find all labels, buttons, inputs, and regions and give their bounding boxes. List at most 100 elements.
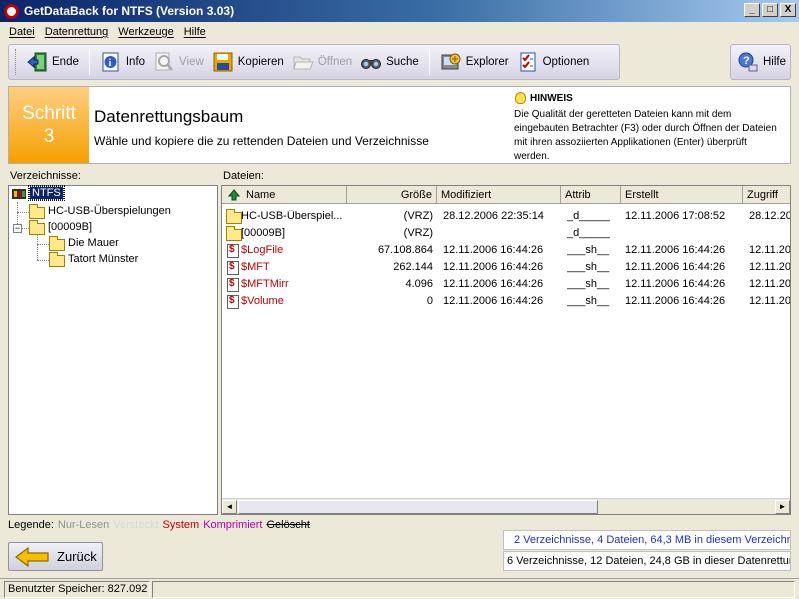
minimize-button[interactable]: _ — [744, 3, 760, 17]
tree-item-tatort-muenster[interactable]: Tatort Münster — [68, 253, 138, 265]
hilfe-label: Hilfe — [763, 56, 787, 68]
file-cell-modified: 12.11.2006 16:44:26 — [443, 278, 544, 290]
tree-panel-label: Verzeichnisse: — [10, 170, 81, 182]
folder-icon — [226, 209, 242, 224]
file-cell-accessed: 12.11.20 — [749, 295, 791, 307]
directory-tree[interactable]: NTFS HC-USB-Überspielungen − [00009B] Di… — [8, 185, 218, 515]
folder-icon — [49, 252, 65, 267]
toolbar: Ende i Info View Kopieren Öffnen Suche E… — [8, 44, 620, 80]
scroll-left-arrow-icon[interactable]: ◄ — [222, 500, 237, 514]
kopieren-button[interactable]: Kopieren — [208, 47, 288, 77]
file-cell-attrib: _d_____ — [567, 227, 610, 239]
file-cell-name: $Volume — [241, 295, 284, 307]
menu-werkzeuge[interactable]: Werkzeuge — [113, 26, 178, 38]
column-header-attrib[interactable]: Attrib — [561, 186, 621, 204]
file-row[interactable]: [00009B] (VRZ) _d_____ — [222, 226, 790, 242]
tree-root-ntfs[interactable]: NTFS — [28, 185, 65, 201]
file-cell-created: 12.11.2006 16:44:26 — [625, 278, 726, 290]
scroll-right-arrow-icon[interactable]: ► — [775, 500, 790, 514]
tree-root-label: NTFS — [28, 185, 65, 201]
open-folder-icon — [293, 56, 314, 70]
svg-text:i: i — [108, 58, 111, 69]
system-file-icon — [227, 261, 239, 275]
file-list[interactable]: Name Größe Modifiziert Attrib Erstellt Z… — [221, 185, 791, 515]
explorer-button[interactable]: Explorer — [436, 47, 513, 77]
tree-collapse-toggle[interactable]: − — [13, 224, 22, 233]
horizontal-scrollbar[interactable]: ◄ ► — [222, 498, 790, 514]
system-file-icon — [227, 244, 239, 258]
scrollbar-thumb[interactable] — [238, 500, 598, 514]
file-cell-attrib: _d_____ — [567, 210, 610, 222]
step-label: Schritt — [22, 103, 76, 124]
folder-icon — [29, 220, 45, 235]
step-title: Datenrettungsbaum — [94, 107, 244, 126]
column-header-accessed[interactable]: Zugriff — [743, 186, 790, 204]
hint-text: Die Qualität der geretteten Dateien kann… — [514, 109, 777, 162]
status-bar: Benutzter Speicher: 827.092 — [0, 578, 799, 599]
column-header-size[interactable]: Größe — [347, 186, 437, 204]
magnifier-icon — [155, 52, 174, 71]
tree-connector — [37, 260, 49, 261]
file-cell-size: 4.096 — [405, 278, 433, 290]
file-cell-accessed: 12.11.20 — [749, 278, 791, 290]
view-label: View — [179, 56, 204, 68]
optionen-button[interactable]: Optionen — [513, 47, 594, 77]
file-cell-created: 12.11.2006 16:44:26 — [625, 295, 726, 307]
maximize-button[interactable]: □ — [762, 3, 778, 17]
info-icon: i — [102, 52, 119, 72]
help-toolbar: ? Hilfe — [730, 44, 791, 80]
legend-label: Legende: — [8, 519, 54, 531]
file-cell-attrib: ___sh__ — [567, 261, 610, 273]
tree-connector — [21, 228, 29, 229]
menu-datei[interactable]: Datei — [4, 26, 40, 38]
column-header-created[interactable]: Erstellt — [621, 186, 743, 204]
optionen-label: Optionen — [542, 56, 590, 68]
file-cell-modified: 12.11.2006 16:44:26 — [443, 295, 544, 307]
legend: Legende: Nur-Lesen Versteckt System Komp… — [8, 519, 310, 531]
file-row[interactable]: HC-USB-Überspiel... (VRZ) 28.12.2006 22:35… — [222, 209, 790, 225]
file-row[interactable]: $LogFile 67.108.864 12.11.2006 16:44:26 ___… — [222, 243, 790, 259]
oeffnen-button[interactable]: Öffnen — [288, 47, 356, 77]
menu-hilfe[interactable]: Hilfe — [179, 26, 211, 38]
file-cell-name: $MFTMirr — [241, 278, 289, 290]
back-button[interactable]: Zurück — [8, 542, 103, 571]
app-icon — [4, 3, 19, 19]
menu-datenrettung[interactable]: Datenrettung — [40, 26, 114, 38]
tree-connector — [17, 212, 29, 213]
back-button-label: Zurück — [57, 549, 97, 564]
file-cell-attrib: ___sh__ — [567, 278, 610, 290]
suche-label: Suche — [386, 56, 419, 68]
help-icon: ? — [738, 52, 758, 72]
file-row[interactable]: $MFTMirr 4.096 12.11.2006 16:44:26 ___sh__ 1… — [222, 277, 790, 293]
system-file-icon — [227, 278, 239, 292]
hilfe-button[interactable]: ? Hilfe — [737, 47, 786, 77]
window-title: GetDataBack for NTFS (Version 3.03) — [24, 4, 235, 18]
file-row[interactable]: $MFT 262.144 12.11.2006 16:44:26 ___sh__ 12.… — [222, 260, 790, 276]
tree-item-die-mauer[interactable]: Die Mauer — [68, 237, 119, 249]
suche-button[interactable]: Suche — [356, 47, 423, 77]
view-button[interactable]: View — [149, 47, 208, 77]
file-row[interactable]: $Volume 0 12.11.2006 16:44:26 ___sh__ 12.11.… — [222, 294, 790, 310]
ende-button[interactable]: Ende — [22, 47, 83, 77]
recovery-summary: 6 Verzeichnisse, 12 Dateien, 24,8 GB in … — [503, 551, 791, 571]
tree-item-hc-usb[interactable]: HC-USB-Überspielungen — [48, 205, 171, 217]
column-header-name[interactable]: Name — [222, 186, 347, 204]
tree-connector — [37, 244, 49, 245]
floppy-disk-icon — [213, 52, 233, 72]
legend-system: System — [162, 519, 200, 531]
close-button[interactable]: X — [780, 3, 796, 17]
toolbar-grip[interactable] — [15, 49, 18, 75]
kopieren-label: Kopieren — [237, 56, 284, 68]
file-cell-accessed: 12.11.20 — [749, 244, 791, 256]
file-cell-size: 262.144 — [393, 261, 433, 273]
folder-icon — [29, 204, 45, 219]
hint-heading: HINWEIS — [515, 92, 573, 104]
menu-bar: Datei Datenrettung Werkzeuge Hilfe — [0, 22, 799, 41]
directory-summary: 2 Verzeichnisse, 4 Dateien, 64,3 MB in d… — [503, 530, 791, 550]
step-indicator: Schritt 3 — [9, 87, 89, 163]
column-header-modified[interactable]: Modifiziert — [437, 186, 561, 204]
info-button[interactable]: i Info — [96, 47, 149, 77]
exit-door-icon — [27, 52, 47, 72]
file-cell-modified: 12.11.2006 16:44:26 — [443, 261, 544, 273]
tree-item-00009b[interactable]: [00009B] — [48, 221, 92, 233]
